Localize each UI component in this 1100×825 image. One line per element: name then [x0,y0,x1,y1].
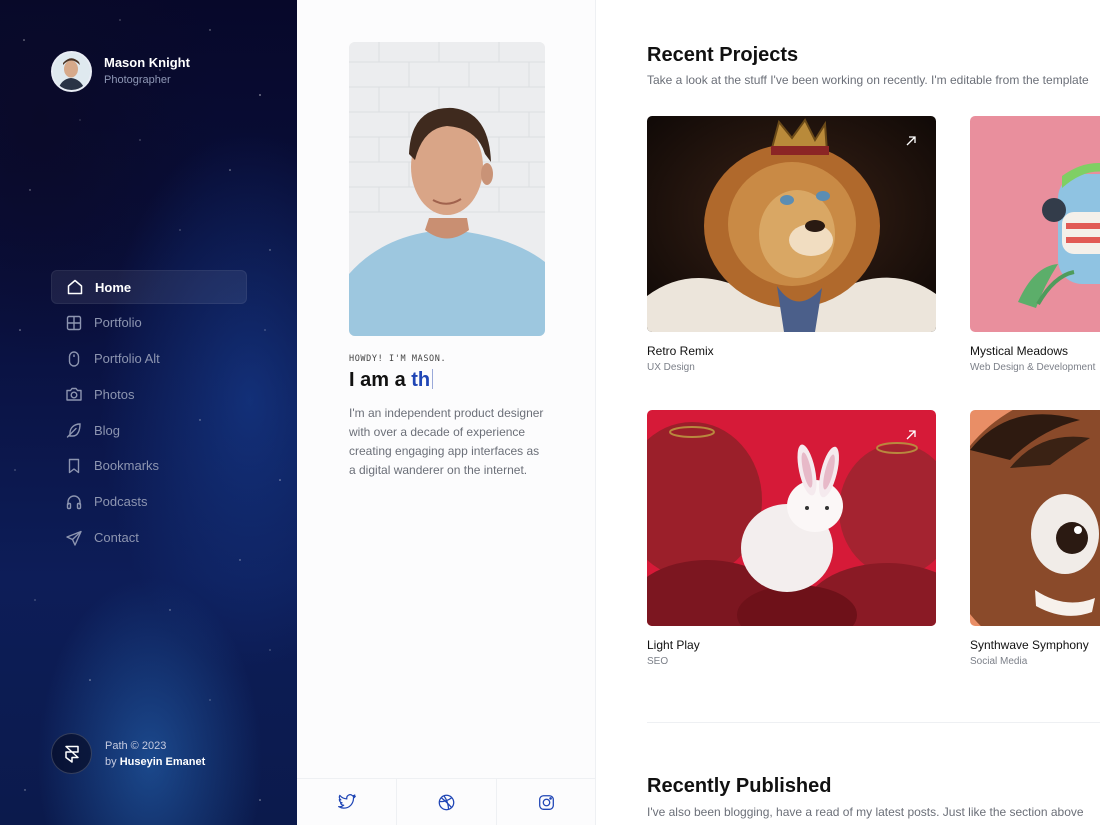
project-title[interactable]: Light Play [647,638,936,652]
headphones-icon [65,493,83,511]
project-category: Social Media [970,656,1028,667]
sidebar-item-label: Photos [94,386,135,402]
sidebar-footer: Path © 2023 by Huseyin Emanet [51,733,205,774]
project-title[interactable]: Synthwave Symphony [970,638,1100,652]
greeting-label: HOWDY! I'M MASON. [349,354,447,364]
typing-caret [432,369,434,389]
sidebar: Mason Knight Photographer Home Portfolio… [0,0,297,825]
sidebar-nav: Home Portfolio Portfolio Alt Photos Blog [51,270,247,556]
intro-column: HOWDY! I'M MASON. I am a th I'm an indep… [297,0,596,825]
project-category: SEO [647,656,669,667]
recent-projects-subtitle: Take a look at the stuff I've been worki… [647,73,1089,87]
bio-text: I'm an independent product designer with… [349,406,544,477]
sidebar-item-label: Blog [94,422,121,438]
sidebar-item-photos[interactable]: Photos [51,377,247,411]
project-title[interactable]: Retro Remix [647,344,936,358]
social-links [297,778,596,825]
profile-role: Photographer [104,74,171,86]
arrow-up-right-icon[interactable] [904,134,918,148]
headline-prefix: I am a [349,369,412,391]
sidebar-item-portfolio-alt[interactable]: Portfolio Alt [51,342,247,376]
sidebar-item-contact[interactable]: Contact [51,521,247,555]
project-title[interactable]: Mystical Meadows [970,344,1100,358]
dribbble-link[interactable] [397,779,497,825]
sidebar-item-home[interactable]: Home [51,270,247,304]
sidebar-item-bookmarks[interactable]: Bookmarks [51,449,247,483]
recent-projects-title: Recent Projects [647,44,799,66]
project-card-synthwave-symphony[interactable]: Synthwave Symphony Social Media [970,410,1100,667]
profile-header[interactable]: Mason Knight Photographer [51,51,190,92]
project-thumbnail[interactable] [647,116,936,332]
sidebar-item-label: Bookmarks [94,458,160,474]
sidebar-item-label: Portfolio [94,315,142,331]
avatar[interactable] [51,51,92,92]
home-icon [66,278,84,296]
grid-icon [65,314,83,332]
hero-headline: I am a th [349,369,434,392]
project-thumbnail[interactable] [647,410,936,626]
recently-published-subtitle: I've also been blogging, have a read of … [647,805,1084,819]
twitter-link[interactable] [297,779,397,825]
instagram-link[interactable] [497,779,596,825]
project-card-light-play[interactable]: Light Play SEO [647,410,936,667]
profile-name: Mason Knight [104,55,190,70]
project-category: Web Design & Development [970,362,1096,373]
twitter-icon [337,794,356,809]
project-thumbnail[interactable] [970,116,1100,332]
sidebar-item-label: Home [95,279,132,295]
sidebar-item-blog[interactable]: Blog [51,413,247,447]
project-category: UX Design [647,362,695,373]
portrait-photo [349,42,545,336]
headline-typed-word: th [411,369,431,391]
bookmark-icon [65,457,83,475]
main-content: Recent Projects Take a look at the stuff… [597,0,1100,825]
recently-published-title: Recently Published [647,775,832,797]
project-card-retro-remix[interactable]: Retro Remix UX Design [647,116,936,373]
framer-logo-icon[interactable] [51,733,92,774]
copyright-text: Path © 2023 [105,739,167,752]
arrow-up-right-icon[interactable] [904,428,918,442]
instagram-icon [539,794,554,810]
byline-prefix: by [105,755,117,768]
camera-icon [65,385,83,403]
mouse-icon [65,350,83,368]
dribbble-icon [438,794,455,810]
project-thumbnail[interactable] [970,410,1100,626]
sidebar-item-podcasts[interactable]: Podcasts [51,485,247,519]
send-icon [65,529,83,547]
sidebar-item-label: Contact [94,530,139,546]
sidebar-item-label: Portfolio Alt [94,351,160,367]
project-card-mystical-meadows[interactable]: Mystical Meadows Web Design & Developmen… [970,116,1100,373]
feather-icon [65,421,83,439]
sidebar-item-portfolio[interactable]: Portfolio [51,306,247,340]
section-divider [647,722,1100,723]
sidebar-item-label: Podcasts [94,494,148,510]
author-link[interactable]: Huseyin Emanet [120,756,206,768]
